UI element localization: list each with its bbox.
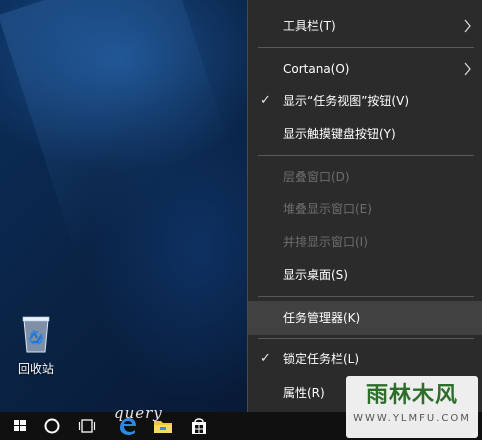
- menu-item-stack-windows: 堆叠显示窗口(E): [248, 192, 482, 226]
- menu-item-lock-taskbar[interactable]: ✓ 锁定任务栏(L): [248, 342, 482, 376]
- recycle-bin-icon: [19, 314, 53, 354]
- cortana-button[interactable]: [35, 412, 69, 440]
- watermark-title: 雨林木风: [365, 383, 458, 408]
- menu-item-label: 工具栏(T): [283, 19, 336, 33]
- menu-separator: [258, 338, 474, 339]
- menu-item-task-manager[interactable]: 任务管理器(K): [248, 301, 482, 335]
- wallpaper-light-beam: [0, 0, 262, 301]
- menu-item-label: 显示桌面(S): [283, 268, 348, 282]
- menu-item-cascade-windows: 层叠窗口(D): [248, 160, 482, 194]
- menu-item-show-desktop[interactable]: 显示桌面(S): [248, 258, 482, 292]
- task-view-button[interactable]: [70, 412, 104, 440]
- menu-item-side-by-side-windows: 并排显示窗口(I): [248, 225, 482, 259]
- menu-separator: [258, 155, 474, 156]
- start-icon: [3, 412, 37, 440]
- taskbar-context-menu: 工具栏(T) Cortana(O) ✓ 显示“任务视图”按钮(V) 显示触摸键盘…: [247, 0, 482, 412]
- menu-separator: [258, 296, 474, 297]
- menu-item-label: 任务管理器(K): [283, 311, 361, 325]
- menu-item-label: 属性(R): [283, 386, 325, 400]
- store-icon: [182, 412, 216, 440]
- cortana-circle-icon: [35, 412, 69, 440]
- menu-item-label: 锁定任务栏(L): [283, 352, 360, 366]
- menu-item-label: 层叠窗口(D): [283, 170, 350, 184]
- store-taskbar-button[interactable]: [182, 412, 216, 440]
- checkmark-icon: ✓: [260, 93, 271, 108]
- submenu-arrow-icon: [462, 9, 472, 43]
- desktop: 回收站 工具栏(T) Cortana(O) ✓ 显示“任务视图”按钮(V) 显示…: [0, 0, 482, 440]
- watermark-url: WWW.YLMFU.COM: [353, 413, 471, 424]
- menu-item-label: 显示“任务视图”按钮(V): [283, 94, 410, 108]
- menu-separator: [258, 47, 474, 48]
- menu-item-cortana[interactable]: Cortana(O): [248, 52, 482, 86]
- menu-item-show-task-view-button[interactable]: ✓ 显示“任务视图”按钮(V): [248, 84, 482, 118]
- menu-item-show-touch-keyboard-button[interactable]: 显示触摸键盘按钮(Y): [248, 117, 482, 151]
- desktop-icon-label: 回收站: [17, 362, 54, 376]
- menu-item-label: 显示触摸键盘按钮(Y): [283, 127, 396, 141]
- submenu-arrow-icon: [462, 52, 472, 86]
- menu-item-label: 并排显示窗口(I): [283, 235, 368, 249]
- handwriting-annotation: query: [114, 404, 163, 422]
- site-watermark: 雨林木风 WWW.YLMFU.COM: [346, 376, 478, 438]
- checkmark-icon: ✓: [260, 351, 271, 366]
- start-button[interactable]: [3, 412, 37, 440]
- task-view-icon: [70, 412, 104, 440]
- menu-item-toolbars[interactable]: 工具栏(T): [248, 9, 482, 43]
- menu-item-label: 堆叠显示窗口(E): [283, 202, 372, 216]
- desktop-icon-recycle-bin[interactable]: 回收站: [8, 314, 64, 377]
- menu-item-label: Cortana(O): [283, 62, 350, 76]
